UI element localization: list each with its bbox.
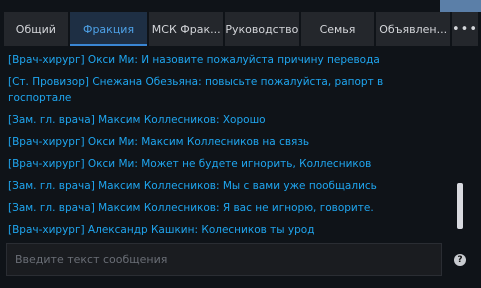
chat-message: [Зам. гл. врача] Максим Коллесников: Хор… [8,114,266,126]
chat-message: [Врач-хирург] Окси Ми: Максим Коллеснико… [8,136,310,148]
tab-family[interactable]: Семья [300,12,375,46]
chat-message: [Зам. гл. врача] Максим Коллесников: Мы … [8,180,377,192]
chat-window: Общий Фракция МСК Фрак... Руководство Се… [0,0,481,288]
chat-message: [Врач-хирург] Окси Ми: Может не будете и… [8,158,372,170]
more-tabs-button[interactable]: ••• [451,12,478,46]
tab-announcements[interactable]: Объявлен... [376,12,450,46]
tab-msk-faction[interactable]: МСК Фрак... [149,12,224,46]
tab-general[interactable]: Общий [4,12,68,46]
tab-faction[interactable]: Фракция [69,12,148,46]
message-list: [Врач-хирург] Окси Ми: И назовите пожалу… [8,50,448,238]
scrollbar-thumb[interactable] [457,183,463,229]
question-icon: ? [454,254,466,266]
tab-leadership[interactable]: Руководство [225,12,299,46]
tab-bar: Общий Фракция МСК Фрак... Руководство Се… [4,12,478,46]
chat-message: [Зам. гл. врача] Максим Коллесников: Я в… [8,202,374,214]
chat-message: [Ст. Провизор] Снежана Обезьяна: повысьт… [8,76,384,104]
help-button[interactable]: ? [447,247,473,273]
chat-message: [Врач-хирург] Окси Ми: И назовите пожалу… [8,54,380,66]
message-input[interactable]: Введите текст сообщения [6,243,442,276]
background-strip [440,0,481,12]
chat-message: [Врач-хирург] Александр Кашкин: Колесник… [8,224,315,236]
